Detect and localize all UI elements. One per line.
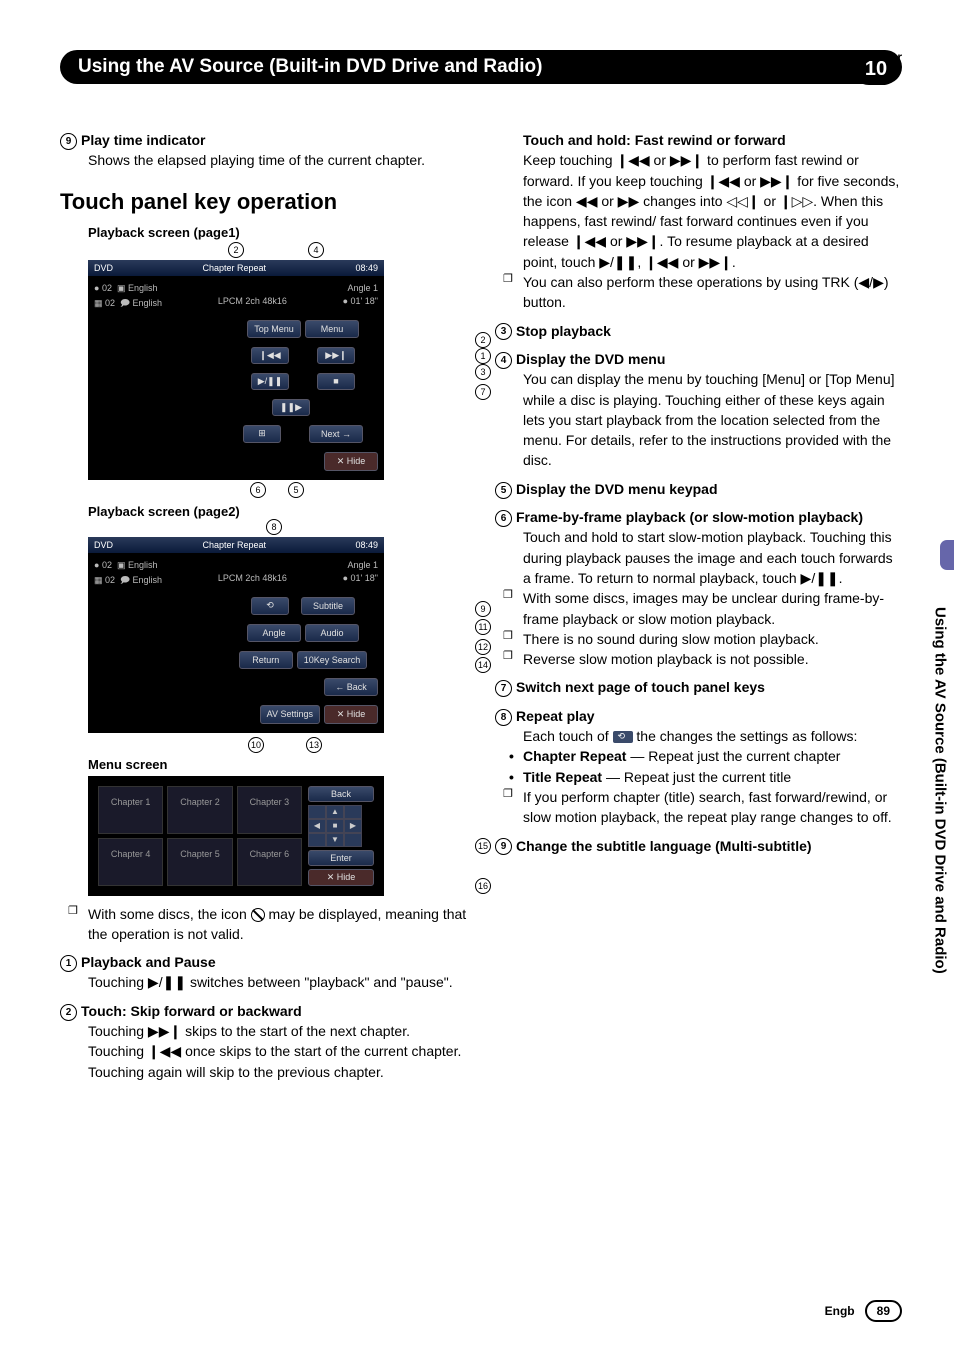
- footer-lang: Engb: [825, 1304, 855, 1318]
- side-tab: Using the AV Source (Built-in DVD Drive …: [926, 560, 954, 1020]
- scr1-slow[interactable]: ❚❚▶: [272, 399, 310, 416]
- scr1-prev[interactable]: ❙◀◀: [251, 347, 289, 364]
- repeat-icon: [613, 731, 633, 743]
- item-1-playback: 1Playback and Pause Touching ▶/❚❚ switch…: [60, 952, 467, 993]
- item-3-stop: 3Stop playback: [495, 321, 902, 341]
- scr1-topmenu[interactable]: Top Menu: [247, 320, 301, 338]
- right-column: Touch and hold: Fast rewind or forward K…: [495, 130, 902, 1090]
- menu-back[interactable]: Back: [308, 786, 374, 802]
- page-number: 89: [865, 1300, 902, 1322]
- scr2-angle[interactable]: Angle: [247, 624, 301, 642]
- scr2-hide[interactable]: ✕ Hide: [324, 705, 378, 724]
- screenshot-page2: 8 9 11 12 14 10 13 DVD Chapter Repeat 08…: [88, 523, 467, 749]
- title-text: Using the AV Source (Built-in DVD Drive …: [78, 56, 542, 78]
- menu-c6[interactable]: Chapter 6: [237, 838, 302, 886]
- screenshot-menu: 15 16 Chapter 1 Chapter 2 Chapter 3 Chap…: [88, 776, 467, 896]
- title-bar: Using the AV Source (Built-in DVD Drive …: [60, 50, 902, 84]
- item-5-keypad: 5Display the DVD menu keypad: [495, 479, 902, 499]
- footer: Engb 89: [825, 1300, 902, 1322]
- scr2-subtitle[interactable]: Subtitle: [301, 597, 355, 615]
- item-2-skip: 2Touch: Skip forward or backward Touchin…: [60, 1001, 467, 1082]
- prohibit-icon: [251, 908, 265, 922]
- label-page1: Playback screen (page1): [88, 225, 467, 240]
- scr2-audio[interactable]: Audio: [305, 624, 359, 642]
- left-column: 9Play time indicator Shows the elapsed p…: [60, 130, 467, 1090]
- section-title: Touch panel key operation: [60, 189, 467, 215]
- menu-c4[interactable]: Chapter 4: [98, 838, 163, 886]
- menu-hide[interactable]: ✕ Hide: [308, 869, 374, 886]
- item-9-body: Shows the elapsed playing time of the cu…: [60, 150, 467, 170]
- item-9-subtitle: 9Change the subtitle language (Multi-sub…: [495, 836, 902, 856]
- scr1-keypad[interactable]: ⊞: [243, 425, 281, 443]
- menu-c2[interactable]: Chapter 2: [167, 786, 232, 834]
- menu-c3[interactable]: Chapter 3: [237, 786, 302, 834]
- note-invalid-icon: With some discs, the icon may be display…: [60, 904, 467, 945]
- scr1-stop[interactable]: ■: [317, 373, 355, 390]
- scr2-avsettings[interactable]: AV Settings: [260, 705, 320, 724]
- item-hold: Touch and hold: Fast rewind or forward K…: [495, 130, 902, 313]
- item-8-repeat: 8Repeat play Each touch of the changes t…: [495, 706, 902, 828]
- header: Chapter Using the AV Source (Built-in DV…: [60, 50, 902, 100]
- scr1-play[interactable]: ▶/❚❚: [251, 373, 289, 390]
- menu-c1[interactable]: Chapter 1: [98, 786, 163, 834]
- item-6-frame: 6Frame-by-frame playback (or slow-motion…: [495, 507, 902, 669]
- scr1-next[interactable]: ▶▶❙: [317, 347, 355, 364]
- menu-arrow-pad[interactable]: ▲ ◀■▶ ▼: [308, 805, 374, 847]
- scr1-repeat: Repeat: [237, 263, 266, 273]
- scr1-hide[interactable]: ✕ Hide: [324, 452, 378, 471]
- screenshot-page1: 2 4 2 1 3 7 6 5 DVD Chapter Repeat 08:49…: [88, 244, 467, 496]
- scr1-menu[interactable]: Menu: [305, 320, 359, 338]
- chapter-number-badge: 10: [853, 53, 899, 85]
- page: Chapter Using the AV Source (Built-in DV…: [0, 0, 954, 1352]
- menu-c5[interactable]: Chapter 5: [167, 838, 232, 886]
- scr1-nextpage[interactable]: Next →: [309, 425, 363, 443]
- menu-enter[interactable]: Enter: [308, 850, 374, 866]
- item-4-dvdmenu: 4Display the DVD menu You can display th…: [495, 349, 902, 471]
- scr2-back[interactable]: ← Back: [324, 678, 378, 696]
- label-menu: Menu screen: [88, 757, 467, 772]
- item-9-head: Play time indicator: [81, 132, 205, 148]
- scr2-repeat[interactable]: ⟲: [251, 597, 289, 615]
- scr2-return[interactable]: Return: [239, 651, 293, 669]
- item-7-switch: 7Switch next page of touch panel keys: [495, 677, 902, 697]
- scr2-10key[interactable]: 10Key Search: [297, 651, 368, 669]
- item-9-playtime: 9Play time indicator Shows the elapsed p…: [60, 130, 467, 171]
- scr1-chapter: Chapter: [202, 263, 234, 273]
- two-column-body: 9Play time indicator Shows the elapsed p…: [60, 130, 902, 1090]
- label-page2: Playback screen (page2): [88, 504, 467, 519]
- scr1-src: DVD: [94, 263, 113, 273]
- scr1-time: 08:49: [355, 263, 378, 273]
